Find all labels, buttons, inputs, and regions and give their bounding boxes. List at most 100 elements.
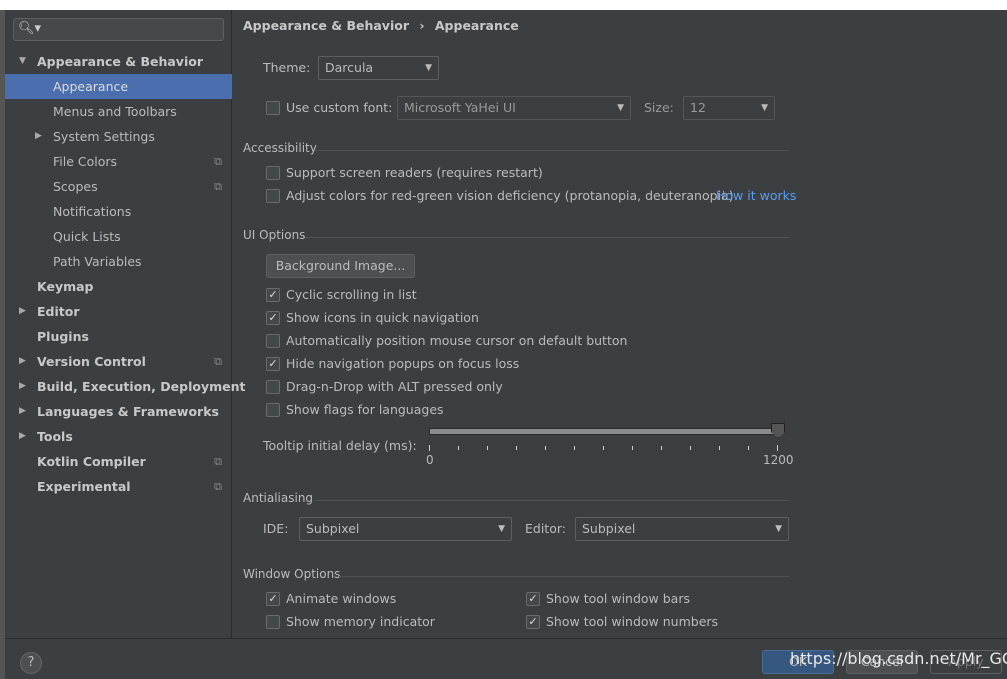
sidebar-item[interactable]: Menus and Toolbars — [5, 99, 232, 124]
background-image-button[interactable]: Background Image... — [266, 254, 415, 278]
ui-options-section: UI Options — [243, 228, 789, 242]
font-size-select[interactable]: 12 ▼ — [683, 96, 775, 120]
color-adjust-checkbox[interactable] — [266, 189, 280, 203]
checkbox-label: Show tool window numbers — [546, 614, 719, 629]
sidebar-item-label: Build, Execution, Deployment — [37, 379, 246, 394]
ide-antialiasing-select[interactable]: Subpixel ▼ — [299, 517, 512, 541]
sidebar-item[interactable]: ▶ Build, Execution, Deployment — [5, 374, 245, 399]
project-scope-icon: ⧉ — [214, 355, 222, 368]
sidebar-item-label: Version Control — [37, 354, 146, 369]
sidebar-item-label: Tools — [37, 429, 73, 444]
sidebar-item-label: Editor — [37, 304, 80, 319]
sidebar-item-label: Experimental — [37, 479, 131, 494]
slider-thumb[interactable] — [771, 423, 785, 438]
settings-sidebar: 🔍︎▾ ▼ Appearance & Behavior Appearance Menu… — [5, 10, 245, 638]
checkbox[interactable]: ✓ — [266, 288, 280, 302]
divider — [305, 237, 789, 238]
checkbox[interactable]: ✓ — [526, 615, 540, 629]
slider-tick — [661, 446, 662, 450]
help-button[interactable]: ? — [20, 652, 42, 674]
sidebar-item[interactable]: ▶ Languages & Frameworks — [5, 399, 232, 424]
color-adjust-label: Adjust colors for red-green vision defic… — [286, 188, 734, 203]
checkbox[interactable]: ✓ — [266, 357, 280, 371]
sidebar-item[interactable]: ▶ Editor — [5, 299, 232, 324]
sidebar-item[interactable]: Path Variables — [5, 249, 232, 274]
expand-arrow-icon[interactable]: ▼ — [19, 49, 26, 74]
slider-tick — [429, 445, 430, 451]
how-it-works-link[interactable]: How it works — [716, 188, 796, 203]
sidebar-item[interactable]: Keymap — [5, 274, 232, 299]
top-strip — [0, 0, 1007, 10]
sidebar-item[interactable]: ▶ Version Control ⧉ — [5, 349, 232, 374]
checkbox[interactable]: ✓ — [266, 592, 280, 606]
size-label: Size: — [644, 100, 674, 115]
checkbox-label: Drag-n-Drop with ALT pressed only — [286, 379, 503, 394]
sidebar-item[interactable]: Kotlin Compiler ⧉ — [5, 449, 232, 474]
sidebar-item[interactable]: Quick Lists — [5, 224, 232, 249]
sidebar-item[interactable]: Notifications — [5, 199, 232, 224]
sidebar-item-label: File Colors — [53, 154, 118, 169]
sidebar-item-label: Keymap — [37, 279, 94, 294]
editor-label: Editor: — [525, 521, 566, 536]
checkbox-label: Automatically position mouse cursor on d… — [286, 333, 628, 348]
checkbox[interactable] — [266, 615, 280, 629]
sidebar-item[interactable]: Scopes ⧉ — [5, 174, 232, 199]
dropdown-arrow-icon: ▼ — [425, 63, 432, 73]
slider-tick — [632, 446, 633, 450]
breadcrumb-current: Appearance — [434, 18, 519, 33]
slider-tick — [690, 446, 691, 450]
sidebar-item[interactable]: Plugins — [5, 324, 232, 349]
tooltip-delay-slider[interactable] — [429, 428, 780, 435]
dropdown-arrow-icon: ▼ — [617, 103, 624, 113]
collapse-arrow-icon[interactable]: ▶ — [19, 349, 26, 374]
theme-select[interactable]: Darcula ▼ — [318, 56, 439, 80]
slider-tick — [748, 446, 749, 450]
checkbox[interactable] — [266, 334, 280, 348]
sidebar-item[interactable]: File Colors ⧉ — [5, 149, 232, 174]
custom-font-label: Use custom font: — [286, 100, 393, 115]
checkbox-label: Show tool window bars — [546, 591, 690, 606]
breadcrumb-parent[interactable]: Appearance & Behavior — [243, 18, 409, 33]
editor-antialiasing-select[interactable]: Subpixel ▼ — [575, 517, 789, 541]
checkbox[interactable]: ✓ — [526, 592, 540, 606]
search-input[interactable]: 🔍︎▾ — [13, 18, 224, 41]
sidebar-item[interactable]: Experimental ⧉ — [5, 474, 232, 499]
sidebar-item-label: Plugins — [37, 329, 89, 344]
section-title: Accessibility — [243, 141, 317, 155]
screen-readers-label: Support screen readers (requires restart… — [286, 165, 543, 180]
slider-min-label: 0 — [426, 453, 434, 467]
screen-readers-checkbox[interactable] — [266, 166, 280, 180]
divider — [339, 576, 789, 577]
slider-tick — [603, 446, 604, 450]
font-select[interactable]: Microsoft YaHei UI ▼ — [397, 96, 631, 120]
slider-tick — [516, 446, 517, 450]
custom-font-checkbox[interactable] — [266, 101, 280, 115]
appearance-panel: Appearance & Behavior › Appearance Theme… — [233, 10, 1007, 638]
project-scope-icon: ⧉ — [214, 180, 222, 193]
collapse-arrow-icon[interactable]: ▶ — [19, 299, 26, 324]
theme-value: Darcula — [325, 60, 374, 75]
sidebar-item[interactable]: ▶ Tools — [5, 424, 232, 449]
sidebar-item-label: Scopes — [53, 179, 98, 194]
slider-tick — [458, 446, 459, 450]
collapse-arrow-icon[interactable]: ▶ — [35, 124, 42, 149]
slider-tick — [574, 446, 575, 450]
ide-label: IDE: — [263, 521, 289, 536]
checkbox[interactable] — [266, 380, 280, 394]
project-scope-icon: ⧉ — [214, 155, 222, 168]
checkbox[interactable]: ✓ — [266, 311, 280, 325]
sidebar-item-label: System Settings — [53, 129, 155, 144]
search-icon: 🔍︎▾ — [18, 21, 42, 36]
collapse-arrow-icon[interactable]: ▶ — [19, 424, 26, 449]
sidebar-item[interactable]: ▼ Appearance & Behavior — [5, 49, 232, 74]
sidebar-item[interactable]: Appearance — [5, 74, 232, 99]
checkbox[interactable] — [266, 403, 280, 417]
sidebar-item-label: Menus and Toolbars — [53, 104, 177, 119]
sidebar-item[interactable]: ▶ System Settings — [5, 124, 232, 149]
window-options-section: Window Options — [243, 567, 789, 581]
checkbox-label: Cyclic scrolling in list — [286, 287, 417, 302]
collapse-arrow-icon[interactable]: ▶ — [19, 399, 26, 424]
collapse-arrow-icon[interactable]: ▶ — [19, 374, 26, 399]
editor-antialiasing-value: Subpixel — [582, 521, 636, 536]
font-value: Microsoft YaHei UI — [404, 100, 516, 115]
